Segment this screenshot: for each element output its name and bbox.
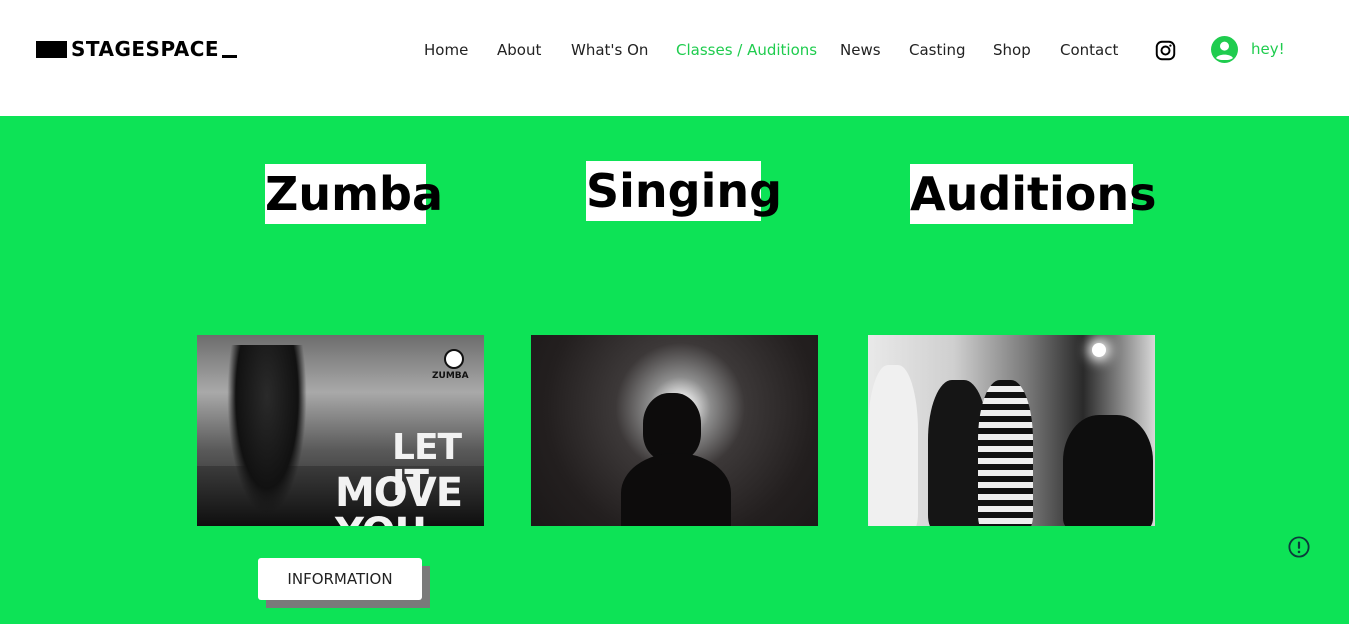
singing-image[interactable] (531, 335, 818, 526)
account-menu[interactable]: hey! (1211, 36, 1285, 63)
nav-home[interactable]: Home (424, 40, 468, 60)
user-avatar-icon[interactable] (1211, 36, 1238, 63)
nav-contact[interactable]: Contact (1060, 40, 1118, 60)
site-header: STAGESPACE Home About What's On Classes … (0, 0, 1349, 116)
audition-person (978, 380, 1033, 526)
auditions-image[interactable] (868, 335, 1155, 526)
site-logo[interactable]: STAGESPACE (36, 37, 238, 61)
audition-person (868, 365, 918, 526)
nav-casting[interactable]: Casting (909, 40, 966, 60)
title-singing: Singing (586, 161, 782, 221)
title-zumba: Zumba (265, 164, 443, 224)
logo-text: STAGESPACE (71, 37, 220, 61)
zumba-brand-text: ZUMBA (432, 371, 469, 381)
nav-whats-on[interactable]: What's On (571, 40, 648, 60)
audition-person (1063, 415, 1153, 526)
title-auditions: Auditions (910, 164, 1157, 224)
instagram-icon[interactable] (1155, 40, 1176, 61)
logo-underscore (222, 54, 238, 58)
singer-silhouette-head (643, 393, 701, 461)
zumba-image[interactable]: ZUMBA LET IT MOVE YOU (197, 335, 484, 526)
nav-about[interactable]: About (497, 40, 541, 60)
information-button[interactable]: INFORMATION (258, 558, 422, 600)
exclamation-circle-icon[interactable] (1288, 536, 1310, 558)
singer-silhouette-body (621, 453, 731, 526)
zumba-dancer (227, 345, 307, 515)
zumba-logo-icon (444, 349, 464, 369)
account-greeting[interactable]: hey! (1251, 36, 1285, 63)
logo-mark (36, 40, 67, 58)
nav-news[interactable]: News (840, 40, 881, 60)
nav-classes-auditions[interactable]: Classes / Auditions (676, 40, 817, 60)
stage-light (1092, 343, 1106, 357)
nav-shop[interactable]: Shop (993, 40, 1031, 60)
zumba-slogan-line2: MOVE YOU (335, 470, 463, 526)
